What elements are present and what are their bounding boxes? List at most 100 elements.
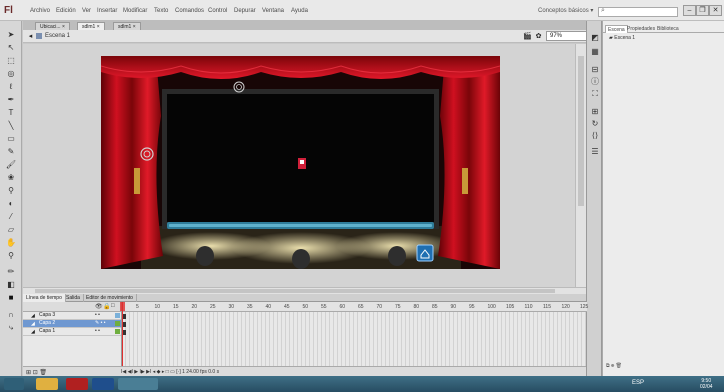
- tab-editor-de-movimiento[interactable]: Editor de movimiento: [83, 294, 137, 302]
- smooth-icon[interactable]: ⤷: [4, 322, 18, 334]
- layer-row[interactable]: ◢ Capa 1 • •: [23, 328, 121, 336]
- snap-to-objects-icon[interactable]: ∩: [4, 309, 18, 321]
- edit-symbols-icon[interactable]: ✿: [534, 32, 543, 41]
- frame-ruler[interactable]: 5 10 15 20 25 30 35 40 45 50 55 60 65 70 75 80 85 90 95 100…: [122, 302, 588, 312]
- horizontal-scroll-thumb[interactable]: [35, 289, 555, 293]
- menu-edicion[interactable]: Edición: [56, 8, 76, 14]
- keyframe[interactable]: [123, 322, 126, 327]
- fill-color-icon[interactable]: ◧: [4, 279, 18, 291]
- tab-propiedades[interactable]: Propiedades: [625, 25, 657, 33]
- menu-texto[interactable]: Texto: [154, 8, 168, 14]
- delete-scene-icon[interactable]: 🗑: [616, 363, 622, 369]
- components-panel-icon[interactable]: ⊞: [590, 107, 600, 117]
- ruler-tick: 100: [487, 304, 496, 310]
- horizontal-scrollbar[interactable]: [23, 287, 586, 294]
- layer-color-swatch[interactable]: [115, 329, 120, 334]
- hand-tool-icon[interactable]: ✋: [4, 237, 18, 249]
- selection-tool-icon[interactable]: ➤: [4, 29, 18, 41]
- vertical-scroll-thumb[interactable]: [578, 56, 584, 206]
- keyframe[interactable]: [123, 314, 126, 319]
- eye-icon[interactable]: 👁: [95, 303, 103, 310]
- layer-color-swatch[interactable]: [115, 321, 120, 326]
- layer-toggles[interactable]: • •: [95, 328, 100, 335]
- free-transform-tool-icon[interactable]: ⬚: [4, 55, 18, 67]
- menu-modificar[interactable]: Modificar: [123, 8, 147, 14]
- layer-row-selected[interactable]: ◢ Capa 2 ✎ • •: [23, 320, 121, 328]
- close-button[interactable]: ✕: [709, 5, 722, 16]
- line-tool-icon[interactable]: ╲: [4, 120, 18, 132]
- menu-ayuda[interactable]: Ayuda: [291, 8, 308, 14]
- flash-taskbar-icon[interactable]: [66, 378, 88, 390]
- scene-list-item[interactable]: ▰ Escena 1: [609, 35, 635, 41]
- edit-scene-icon[interactable]: 🎬: [523, 32, 532, 41]
- tab-biblioteca[interactable]: Biblioteca: [655, 25, 681, 33]
- align-panel-icon[interactable]: ⊟: [590, 65, 600, 75]
- tab-salida[interactable]: Salida: [63, 294, 84, 302]
- layer-color-swatch[interactable]: [115, 313, 120, 318]
- explorer-taskbar-icon[interactable]: [36, 378, 58, 390]
- lasso-tool-icon[interactable]: ℓ: [4, 81, 18, 93]
- deco-tool-icon[interactable]: ❀: [4, 172, 18, 184]
- menu-insertar[interactable]: Insertar: [97, 8, 117, 14]
- outline-icon[interactable]: □: [111, 303, 115, 309]
- history-panel-icon[interactable]: ☰: [590, 147, 600, 157]
- playhead[interactable]: [120, 302, 125, 366]
- back-arrow-icon[interactable]: ◂: [26, 32, 35, 41]
- pen-tool-icon[interactable]: ✒: [4, 94, 18, 106]
- start-button[interactable]: [4, 378, 24, 390]
- layer-row[interactable]: ◢ Capa 3 • •: [23, 312, 121, 320]
- active-window-button[interactable]: [118, 378, 158, 390]
- frame-grid[interactable]: 5 10 15 20 25 30 35 40 45 50 55 60 65 70 75 80 85 90 95 100…: [120, 302, 588, 366]
- color-panel-icon[interactable]: ◩: [590, 33, 600, 43]
- menu-ventana[interactable]: Ventana: [262, 8, 284, 14]
- menu-ver[interactable]: Ver: [82, 8, 91, 14]
- motion-presets-icon[interactable]: ↻: [590, 119, 600, 129]
- subselection-tool-icon[interactable]: ↖: [4, 42, 18, 54]
- stage-canvas[interactable]: [101, 56, 500, 269]
- brush-tool-icon[interactable]: 🖌: [4, 159, 18, 171]
- menu-control[interactable]: Control: [208, 8, 227, 14]
- info-panel-icon[interactable]: ⓘ: [590, 77, 600, 87]
- menu-archivo[interactable]: Archivo: [30, 8, 50, 14]
- paint-bucket-tool-icon[interactable]: ◐: [4, 198, 18, 210]
- layer-name[interactable]: Capa 2: [39, 320, 55, 327]
- system-tray[interactable]: ESP: [632, 380, 644, 386]
- text-tool-icon[interactable]: T: [4, 107, 18, 119]
- eyedropper-tool-icon[interactable]: ⁄: [4, 211, 18, 223]
- workspace-switcher[interactable]: Conceptos básicos ▾: [538, 7, 593, 14]
- help-search-field[interactable]: ⌕: [598, 7, 678, 17]
- tab-ubicacion[interactable]: Ubicaci... ×: [35, 22, 70, 30]
- swap-colors-icon[interactable]: ■: [4, 292, 18, 304]
- maximize-button[interactable]: ❐: [696, 5, 709, 16]
- photoshop-taskbar-icon[interactable]: [92, 378, 114, 390]
- layer-toggles[interactable]: • •: [95, 312, 100, 319]
- scene-label[interactable]: Escena 1: [45, 33, 70, 39]
- tab-sdlm1-active[interactable]: sdlm1 ×: [77, 22, 105, 30]
- eraser-tool-icon[interactable]: ▱: [4, 224, 18, 236]
- layer-toggles[interactable]: ✎ • •: [95, 320, 105, 327]
- code-snippets-icon[interactable]: ⟨⟩: [590, 131, 600, 141]
- tab-sdlm1[interactable]: sdlm1 ×: [113, 22, 141, 30]
- stroke-color-icon[interactable]: ✏: [4, 266, 18, 278]
- layer-name[interactable]: Capa 1: [39, 328, 55, 335]
- layer-icon: ◢: [31, 321, 35, 327]
- transform-panel-icon[interactable]: ⛶: [590, 89, 600, 99]
- layer-name[interactable]: Capa 3: [39, 312, 55, 319]
- bone-tool-icon[interactable]: ⚲: [4, 185, 18, 197]
- playback-controls[interactable]: I◀ ◀I ▶ I▶ ▶I ◂ ◆ ▸ □ ▭ [·] 1 24.00 fps …: [121, 369, 219, 375]
- system-clock[interactable]: 9:50 02/04: [700, 378, 713, 390]
- timeline-layer-buttons[interactable]: ⊞ ⊡ 🗑: [26, 369, 47, 376]
- lock-icon[interactable]: 🔒: [103, 303, 110, 310]
- keyframe[interactable]: [123, 330, 126, 335]
- rectangle-tool-icon[interactable]: ▭: [4, 133, 18, 145]
- zoom-tool-icon[interactable]: ⚲: [4, 250, 18, 262]
- 3d-rotation-tool-icon[interactable]: ◎: [4, 68, 18, 80]
- swatches-panel-icon[interactable]: ▦: [590, 47, 600, 57]
- pencil-tool-icon[interactable]: ✎: [4, 146, 18, 158]
- vertical-scrollbar[interactable]: [575, 44, 586, 287]
- menu-comandos[interactable]: Comandos: [175, 8, 204, 14]
- tab-linea-de-tiempo[interactable]: Línea de tiempo: [23, 294, 66, 302]
- minimize-button[interactable]: –: [683, 5, 696, 16]
- menu-depurar[interactable]: Depurar: [234, 8, 256, 14]
- playhead-handle[interactable]: [120, 302, 125, 311]
